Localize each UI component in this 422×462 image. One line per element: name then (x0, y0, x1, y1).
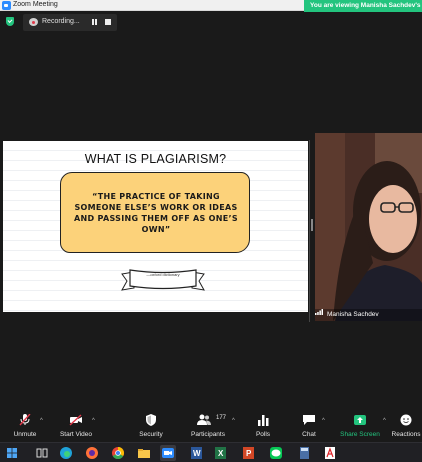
participants-button[interactable]: 177 Participants (186, 409, 230, 442)
security-label: Security (139, 431, 163, 438)
share-options-chevron-icon[interactable]: ^ (383, 418, 386, 424)
acrobat-icon[interactable] (322, 445, 338, 461)
svg-text:P: P (246, 449, 252, 458)
video-off-icon (69, 414, 82, 426)
security-button[interactable]: Security (132, 409, 170, 442)
participants-icon (196, 414, 211, 425)
audio-options-chevron-icon[interactable]: ^ (40, 418, 43, 424)
chat-button[interactable]: Chat (296, 409, 322, 442)
reactions-smiley-icon (400, 414, 412, 426)
participants-count: 177 (216, 415, 227, 421)
zoom-taskbar-icon[interactable] (160, 445, 176, 461)
muted-microphone-icon (19, 414, 31, 426)
windows-taskbar: W X P (0, 442, 422, 462)
firefox-icon[interactable] (84, 445, 100, 461)
start-video-button[interactable]: Start Video (56, 409, 96, 442)
word-icon[interactable]: W (188, 445, 204, 461)
windows-start-icon[interactable] (4, 445, 20, 461)
pause-recording-button[interactable] (92, 19, 97, 25)
participant-name-tag: Manisha Sachdev (315, 309, 422, 321)
quote-source: —oxford dictionary (146, 272, 180, 277)
powerpoint-icon[interactable]: P (240, 445, 256, 461)
cloud-recording-icon (29, 18, 38, 26)
line-messenger-icon[interactable] (268, 445, 284, 461)
file-explorer-icon[interactable] (136, 445, 152, 461)
security-shield-icon (146, 414, 156, 426)
shared-screen-slide: WHAT IS PLAGIARISM? “The practice of tak… (3, 141, 308, 312)
start-video-label: Start Video (59, 431, 93, 438)
recording-label: Recording... (42, 18, 80, 25)
participants-options-chevron-icon[interactable]: ^ (232, 418, 235, 424)
meeting-toolbar: Unmute ^ Start Video ^ Security 177 Part… (0, 409, 422, 442)
share-screen-button[interactable]: Share Screen (338, 409, 382, 442)
share-screen-icon (354, 415, 366, 425)
window-title: Zoom Meeting (13, 1, 58, 8)
polls-button[interactable]: Polls (250, 409, 276, 442)
reactions-label: Reactions (391, 431, 421, 438)
participants-label: Participants (191, 431, 225, 438)
excel-icon[interactable]: X (212, 445, 228, 461)
task-view-icon[interactable] (34, 445, 50, 461)
signal-strength-icon (315, 309, 323, 315)
chat-options-chevron-icon[interactable]: ^ (322, 418, 325, 424)
chat-bubble-icon (303, 415, 315, 425)
viewing-screen-banner[interactable]: You are viewing Manisha Sachdev's screen (304, 0, 422, 12)
svg-text:X: X (218, 449, 224, 458)
calculator-icon[interactable] (296, 445, 312, 461)
share-screen-label: Share Screen (340, 431, 380, 438)
unmute-button[interactable]: Unmute (8, 409, 42, 442)
recording-indicator: Recording... (23, 14, 117, 31)
slide-title: WHAT IS PLAGIARISM? (84, 152, 227, 166)
encryption-shield-icon[interactable] (6, 17, 14, 26)
panel-divider[interactable] (309, 140, 310, 322)
resize-handle[interactable] (311, 219, 313, 231)
participant-video[interactable]: Manisha Sachdev (315, 133, 422, 321)
quote-box: “The practice of taking someone else’s w… (60, 172, 250, 253)
video-options-chevron-icon[interactable]: ^ (92, 418, 95, 424)
svg-text:W: W (193, 449, 201, 458)
polls-chart-icon (258, 415, 269, 426)
chrome-icon[interactable] (110, 445, 126, 461)
zoom-app-icon (2, 1, 11, 10)
reactions-button[interactable]: Reactions (390, 409, 422, 442)
edge-browser-icon[interactable] (58, 445, 74, 461)
participant-name: Manisha Sachdev (327, 311, 379, 318)
stop-recording-button[interactable] (105, 19, 111, 25)
chat-label: Chat (302, 431, 316, 438)
participant-video-frame (315, 133, 422, 321)
unmute-label: Unmute (13, 431, 37, 438)
quote-text: “The practice of taking someone else’s w… (74, 192, 238, 234)
polls-label: Polls (255, 431, 271, 438)
